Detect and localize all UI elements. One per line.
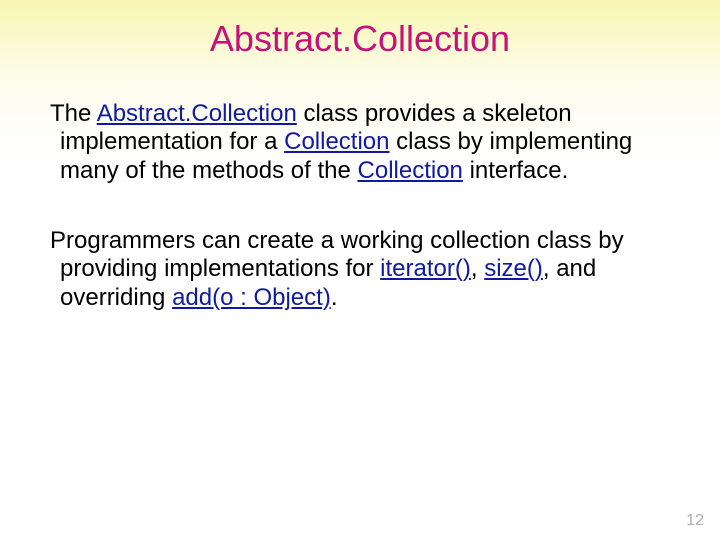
text: interface. [463,157,568,184]
link-add[interactable]: add(o : Object) [172,284,331,311]
slide: Abstract.Collection The Abstract.Collect… [0,0,720,540]
slide-body: The Abstract.Collection class provides a… [0,100,720,312]
slide-title: Abstract.Collection [0,0,720,60]
text: The [50,100,97,127]
paragraph-2: Programmers can create a working collect… [36,227,684,312]
link-collection[interactable]: Collection [284,128,389,155]
text: . [331,284,338,311]
paragraph-1: The Abstract.Collection class provides a… [36,100,684,185]
link-size[interactable]: size() [484,255,543,282]
link-collection[interactable]: Collection [358,157,463,184]
link-abstractcollection[interactable]: Abstract.Collection [97,100,297,127]
page-number: 12 [686,512,704,530]
link-iterator[interactable]: iterator() [380,255,471,282]
text: , [471,255,484,282]
